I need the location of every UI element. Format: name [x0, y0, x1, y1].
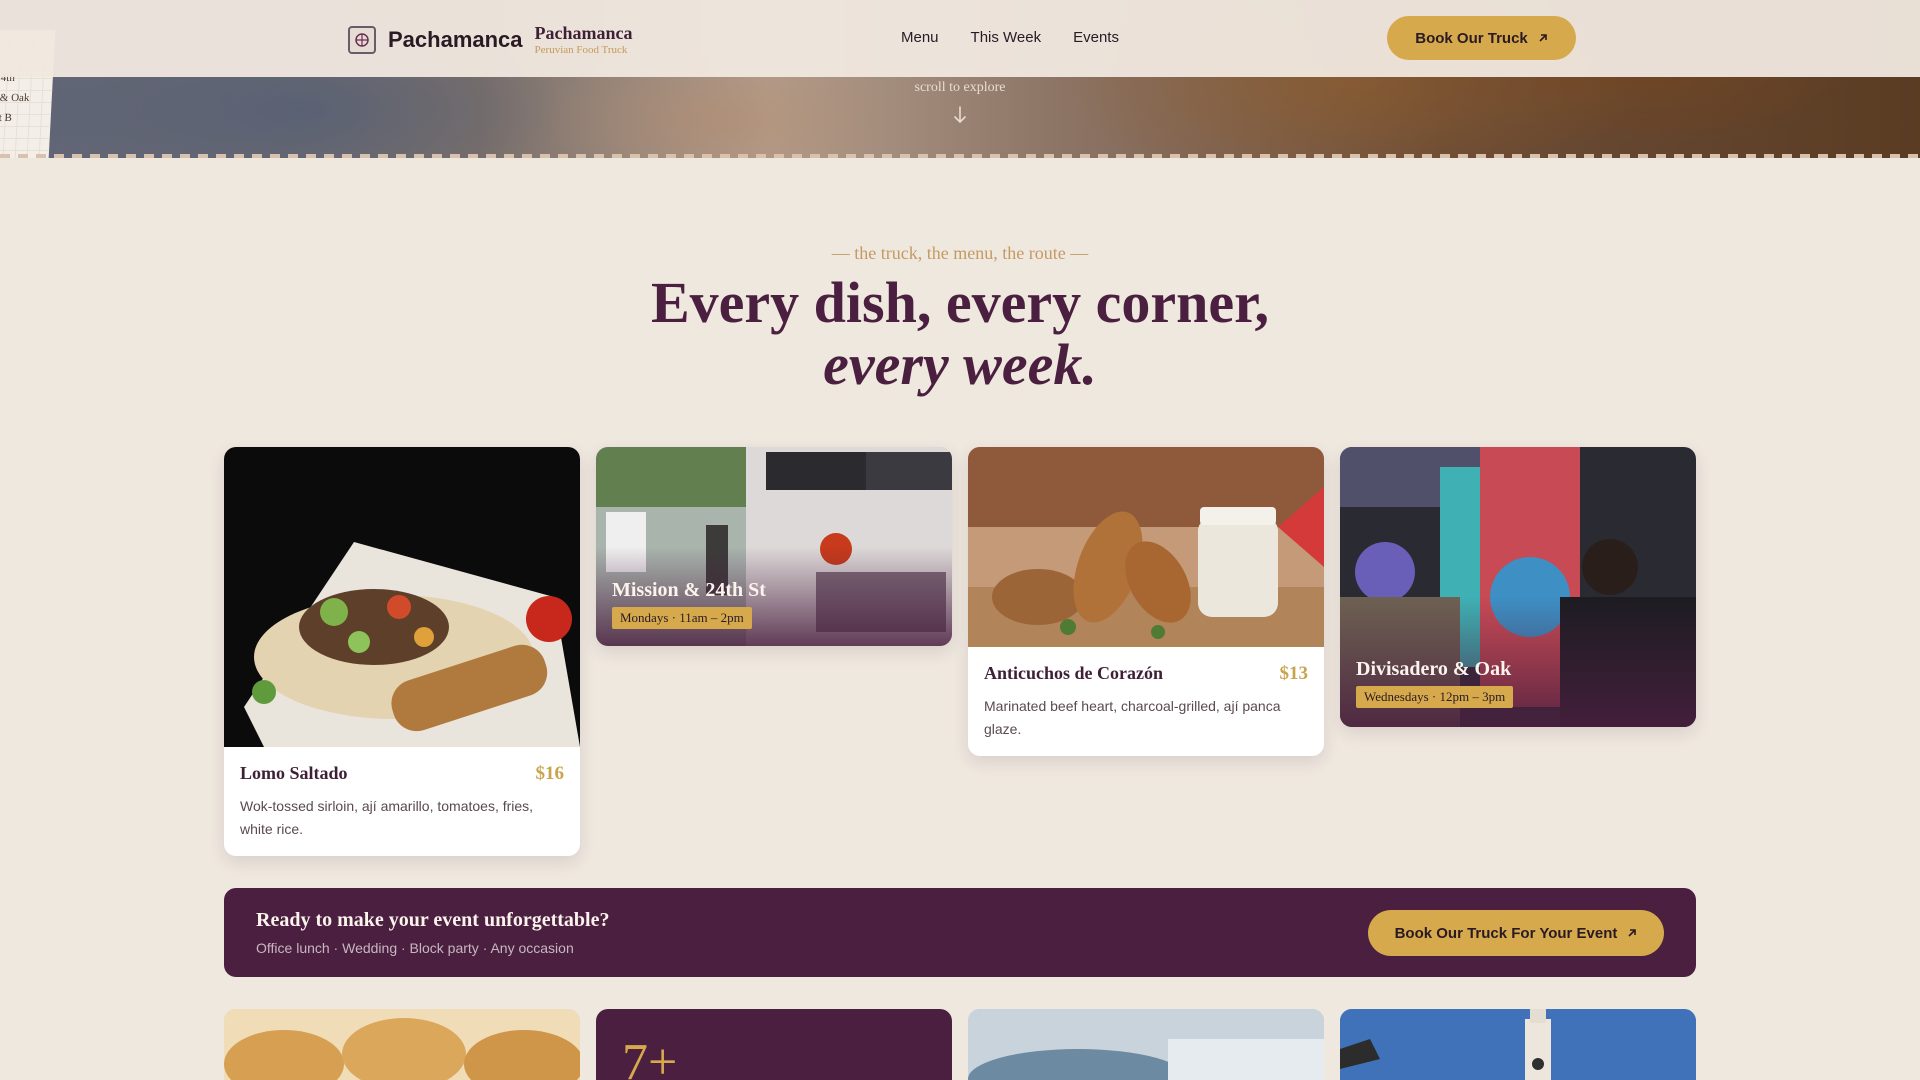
book-truck-label: Book Our Truck: [1415, 29, 1528, 47]
book-event-button[interactable]: Book Our Truck For Your Event: [1368, 910, 1664, 956]
section-headline: Every dish, every corner, every week.: [0, 272, 1920, 396]
arrow-down-icon[interactable]: [953, 106, 967, 124]
headline-line-2: every week.: [823, 332, 1097, 397]
section-eyebrow: — the truck, the menu, the route —: [831, 243, 1089, 263]
crest-icon: [348, 26, 376, 54]
location-card-divisadero[interactable]: Divisadero & Oak Wednesdays · 12pm – 3pm: [1340, 447, 1696, 727]
dish-description: Marinated beef heart, charcoal-grilled, …: [984, 698, 1281, 737]
hero-dashed-border: [0, 154, 1920, 158]
arrow-up-right-icon: [1628, 929, 1637, 937]
photo-card-street[interactable]: [968, 1009, 1324, 1080]
stat-card: 7+: [596, 1009, 952, 1080]
headline-line-1: Every dish, every corner,: [650, 270, 1269, 335]
brand-logo[interactable]: Pachamanca Pachamanca Peruvian Food Truc…: [348, 23, 633, 57]
dish-price: $13: [1279, 663, 1309, 684]
location-photo: Mission & 24th St Mondays · 11am – 2pm: [596, 447, 952, 646]
location-photo: Divisadero & Oak Wednesdays · 12pm – 3pm: [1340, 447, 1696, 727]
dish-photo-empanadas[interactable]: [224, 1009, 580, 1080]
dish-photo: [224, 447, 580, 747]
nav-link-this-week[interactable]: This Week: [971, 29, 1042, 46]
brand-tagline: Peruvian Food Truck: [534, 44, 628, 56]
event-cta-banner: Ready to make your event unforgettable? …: [224, 888, 1696, 977]
menu-card-anticuchos[interactable]: Anticuchos de Corazón $13 Marinated beef…: [968, 447, 1324, 756]
dish-name: Lomo Saltado: [240, 763, 348, 783]
cta-title: Ready to make your event unforgettable?: [256, 909, 610, 931]
location-name: Mission & 24th St: [612, 579, 766, 601]
nav-link-menu[interactable]: Menu: [901, 29, 939, 46]
brand-subtitle: Pachamanca: [534, 23, 633, 43]
scroll-cue-label: scroll to explore: [914, 80, 1006, 95]
arrow-up-right-icon: [1539, 34, 1547, 42]
site-header: Pachamanca Pachamanca Peruvian Food Truc…: [0, 0, 1920, 77]
schedule-badge: Mondays · 11am – 2pm: [612, 607, 752, 629]
nav-link-events[interactable]: Events: [1073, 29, 1119, 46]
dish-price: $16: [535, 763, 565, 784]
menu-card-lomo-saltado[interactable]: Lomo Saltado $16 Wok-tossed sirloin, ají…: [224, 447, 580, 856]
photo-card-ferry-building[interactable]: [1340, 1009, 1696, 1080]
dish-description: Wok-tossed sirloin, ají amarillo, tomato…: [240, 798, 534, 837]
card-body: Lomo Saltado $16 Wok-tossed sirloin, ají…: [224, 747, 580, 856]
note-line: t B: [0, 112, 13, 124]
dish-photo: [968, 447, 1324, 647]
book-event-label: Book Our Truck For Your Event: [1394, 924, 1618, 942]
brand-name: Pachamanca: [388, 27, 523, 52]
location-card-mission[interactable]: Mission & 24th St Mondays · 11am – 2pm: [596, 447, 952, 646]
schedule-badge: Wednesdays · 12pm – 3pm: [1356, 686, 1514, 708]
brand-subtitle-block: Pachamanca Peruvian Food Truck: [535, 23, 633, 57]
cta-subtitle: Office lunch · Wedding · Block party · A…: [256, 940, 574, 956]
main-nav: Menu This Week Events: [901, 29, 1119, 46]
book-truck-button[interactable]: Book Our Truck: [1387, 16, 1576, 60]
card-body: Anticuchos de Corazón $13 Marinated beef…: [968, 647, 1324, 756]
location-name: Divisadero & Oak: [1356, 658, 1512, 680]
dish-name: Anticuchos de Corazón: [984, 663, 1163, 683]
stat-value: 7+: [622, 1034, 678, 1080]
